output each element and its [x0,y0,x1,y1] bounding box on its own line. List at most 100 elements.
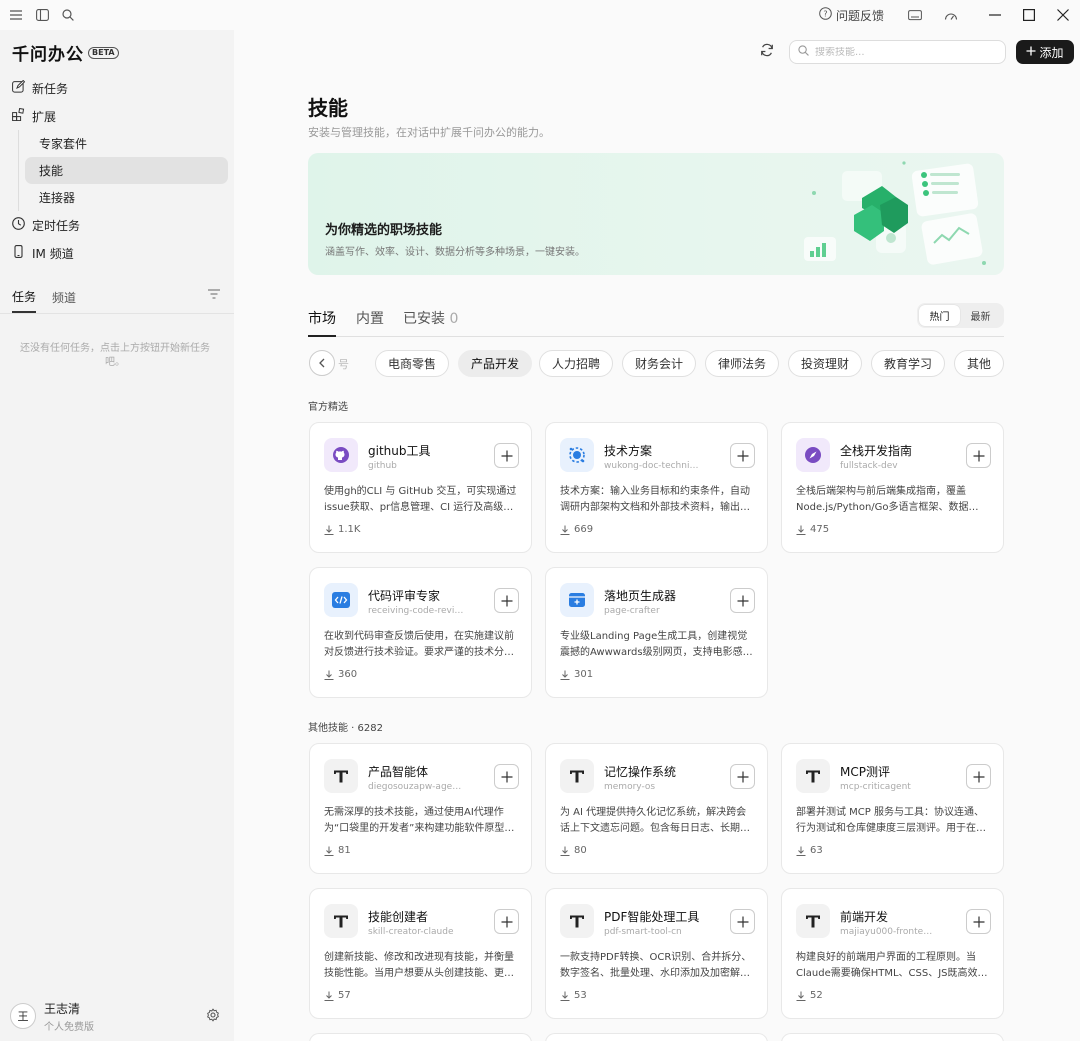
install-button[interactable] [966,443,991,468]
download-count-value: 360 [338,669,358,680]
sidebar-item-extensions[interactable]: 扩展 [0,102,234,130]
skill-card[interactable]: 落地页生成器 page-crafter 专业级Landing Page生成工具，… [545,567,768,698]
skill-card[interactable]: PDF智能处理工具 pdf-smart-tool-cn 一款支持PDF转换、OC… [545,888,768,1019]
skill-t-icon [796,904,830,938]
user-profile[interactable]: 王 王志清 个人免费版 [10,1001,224,1033]
category-chip[interactable]: 投资理财 [788,350,863,377]
install-button[interactable] [730,909,755,934]
install-button[interactable] [494,909,519,934]
svg-text:?: ? [823,10,827,19]
close-button[interactable] [1046,0,1080,30]
sidebar-item-new-task[interactable]: 新任务 [0,74,234,102]
sidebar-item-scheduled[interactable]: 定时任务 [0,211,234,239]
menu-icon[interactable] [8,7,24,23]
compass-icon [796,438,830,472]
help-circle-icon: ? [819,7,832,23]
download-count: 52 [796,990,823,1001]
install-button[interactable] [966,764,991,789]
category-chip[interactable]: 律师法务 [705,350,780,377]
download-icon [560,670,570,680]
tech-plan-icon [560,438,594,472]
skill-name: 记忆操作系统 [604,765,677,779]
sidebar-item-connectors[interactable]: 连接器 [25,184,228,211]
others-section-label: 其他技能 · 6282 [308,723,383,734]
sidebar-item-expert-kits[interactable]: 专家套件 [25,130,228,157]
download-icon [796,525,806,535]
skill-card[interactable]: github工具 github 使用gh的CLI 与 GitHub 交互，可实现… [309,422,532,553]
install-button[interactable] [494,588,519,613]
category-chip[interactable]: 教育学习 [871,350,946,377]
skill-search-box[interactable] [789,40,1006,64]
settings-gear-icon[interactable] [206,1008,220,1025]
refresh-icon[interactable] [760,43,776,59]
skill-card[interactable]: 产品智能体 diegosouzapw-agentic-p… 无需深厚的技术技能，… [309,743,532,874]
feedback-button[interactable]: ? 问题反馈 [819,7,884,24]
sort-hot-option[interactable]: 热门 [919,305,960,326]
install-button[interactable] [494,443,519,468]
skill-card[interactable]: MCP测评 mcp-criticagent 部署并测试 MCP 服务与工具：协议… [781,743,1004,874]
banner-title: 为你精选的职场技能 [325,223,443,238]
sidebar-toggle-icon[interactable] [34,7,50,23]
minimize-button[interactable] [978,0,1012,30]
tab-builtin[interactable]: 内置 [356,308,384,328]
install-button[interactable] [730,764,755,789]
tab-installed[interactable]: 已安装 0 [403,308,458,328]
skill-name: 产品智能体 [368,765,429,779]
skill-name: 落地页生成器 [604,589,677,603]
skill-card-partial[interactable] [545,1033,768,1041]
install-button[interactable] [494,764,519,789]
filter-icon[interactable] [208,288,220,302]
skill-card-partial[interactable] [309,1033,532,1041]
skill-id: receiving-code-review [368,606,464,616]
category-chip-selected[interactable]: 产品开发 [458,350,533,377]
skill-description: 全栈后端架构与前后端集成指南，覆盖Node.js/Python/Go多语言框架、… [796,486,979,513]
skill-description: 部署并测试 MCP 服务与工具：协议连通、行为测试和仓库健康度三层测评。用于在… [796,807,986,834]
maximize-button[interactable] [1012,0,1046,30]
skill-card[interactable]: 全栈开发指南 fullstack-dev 全栈后端架构与前后端集成指南，覆盖No… [781,422,1004,553]
download-count: 57 [324,990,351,1001]
install-button[interactable] [966,909,991,934]
tab-market[interactable]: 市场 [308,308,336,328]
search-icon[interactable] [60,7,76,23]
extensions-submenu: 专家套件 技能 连接器 [18,130,234,211]
skill-tabs: 市场 内置 已安装 0 [308,306,1004,337]
skill-description: 创建新技能、修改和改进现有技能，并衡量技能性能。当用户想要从头创建技能、更… [324,952,514,979]
skill-description: 使用gh的CLI 与 GitHub 交互，可实现通过issue获取、pr信息管理… [324,486,517,513]
skill-card[interactable]: 前端开发 majiayu000-frontend-co… 构建良好的前端用户界面… [781,888,1004,1019]
install-button[interactable] [730,443,755,468]
category-chip[interactable]: 财务会计 [622,350,697,377]
banner-subtitle: 涵盖写作、效率、设计、数据分析等多种场景，一键安装。 [325,247,585,258]
sidebar-item-skills[interactable]: 技能 [25,157,228,184]
install-button[interactable] [730,588,755,613]
sort-newest-option[interactable]: 最新 [960,305,1001,326]
download-count: 475 [796,524,829,535]
featured-banner[interactable]: 为你精选的职场技能 涵盖写作、效率、设计、数据分析等多种场景，一键安装。 [308,153,1004,275]
skill-card[interactable]: 记忆操作系统 memory-os 为 AI 代理提供持久化记忆系统，解决跨会话上… [545,743,768,874]
tab-tasks[interactable]: 任务 [12,288,37,313]
sidebar-item-im-channels[interactable]: IM 频道 [0,239,234,267]
skill-card[interactable]: 技能创建者 skill-creator-claude 创建新技能、修改和改进现有… [309,888,532,1019]
download-count-value: 63 [810,845,823,856]
skill-card[interactable]: 代码评审专家 receiving-code-review 在收到代码审查反馈后使… [309,567,532,698]
search-input[interactable] [815,46,995,58]
tab-channels[interactable]: 频道 [52,289,76,312]
avatar[interactable]: 王 [10,1003,36,1029]
skill-card[interactable]: 技术方案 wukong-doc-technical-s… 技术方案：输入业务目标… [545,422,768,553]
category-chip[interactable]: 其他 [954,350,1004,377]
add-skill-button[interactable]: 添加 [1016,40,1074,64]
skill-t-icon [796,759,830,793]
skill-description: 构建良好的前端用户界面的工程原则。当Claude需要确保HTML、CSS、JS既… [796,952,988,979]
skill-name: 技术方案 [604,444,653,458]
category-chip[interactable]: 电商零售 [375,350,450,377]
gauge-icon[interactable] [942,6,960,24]
search-icon [798,45,809,59]
code-review-icon [324,583,358,617]
sort-toggle: 热门 最新 [917,303,1004,328]
chevron-left-icon[interactable] [309,350,335,376]
download-count: 80 [560,845,587,856]
skill-id: github [368,461,397,471]
skill-card-partial[interactable] [781,1033,1004,1041]
keyboard-icon[interactable] [906,6,924,24]
download-count: 81 [324,845,351,856]
category-chip[interactable]: 人力招聘 [539,350,614,377]
